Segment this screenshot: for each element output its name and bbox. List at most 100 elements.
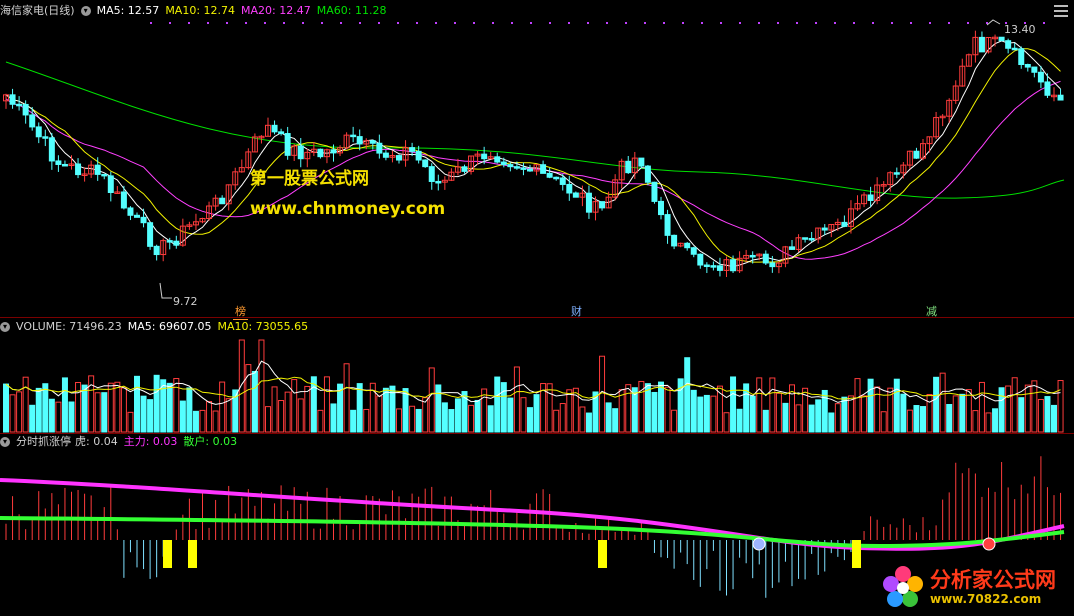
volume-bar	[1005, 385, 1012, 433]
volume-bar	[212, 410, 219, 433]
volume-bar	[278, 400, 285, 433]
volume-bar	[527, 407, 533, 433]
candle-body	[566, 183, 573, 194]
volume-bar	[173, 378, 180, 433]
candle-body	[35, 126, 42, 138]
volume-bar	[965, 389, 972, 433]
marker-dot	[872, 22, 874, 24]
volume-bar	[219, 381, 226, 433]
ma20-path	[5, 80, 1061, 260]
volume-bar	[186, 387, 193, 433]
signal-bar	[852, 540, 861, 568]
volume-bar	[972, 410, 979, 433]
volume-bar	[579, 406, 586, 433]
volume-bar	[920, 406, 926, 433]
marker-dot	[454, 22, 456, 24]
candle-body	[625, 160, 632, 174]
volume-bar	[933, 376, 940, 433]
candle-body	[428, 166, 435, 182]
marker-dot	[1043, 22, 1045, 24]
volume-bar	[153, 374, 160, 433]
signal-bar	[163, 540, 172, 568]
volume-bar	[297, 398, 304, 433]
marker-dot	[568, 22, 570, 24]
event-flag-bang[interactable]: 榜	[233, 303, 248, 320]
volume-bar	[1031, 380, 1038, 433]
volume-bar	[893, 378, 900, 433]
volume-bar	[192, 410, 199, 433]
volume-bar	[952, 395, 959, 433]
candle-body	[684, 242, 691, 249]
volume-bar	[68, 401, 75, 433]
volume-bar	[415, 408, 422, 433]
event-flag-jian[interactable]: 减	[924, 303, 939, 319]
ma60-line	[5, 61, 1065, 199]
volume-bar	[507, 397, 514, 433]
kline-chart[interactable]: 13.40 9.72	[0, 0, 1074, 616]
event-flag-cai[interactable]: 财	[569, 303, 584, 319]
marker-dot	[948, 22, 950, 24]
volume-bar	[959, 393, 966, 433]
main-force-line	[0, 478, 1065, 551]
volume-bar	[585, 412, 592, 433]
site-logo: 分析家公式网 www.70822.com	[878, 562, 1070, 612]
candle-body	[94, 164, 101, 175]
watermark-title: 第一股票公式网	[250, 169, 369, 189]
candle-body	[867, 194, 874, 201]
candle-body	[382, 152, 389, 158]
volume-bar	[206, 401, 213, 433]
candle-body	[978, 36, 985, 53]
volume-bar	[271, 386, 278, 433]
candle-body	[500, 161, 507, 166]
volume-bar	[1024, 384, 1031, 433]
top-marker-dots	[150, 22, 1045, 24]
marker-dot	[511, 22, 513, 24]
volume-bar	[22, 376, 29, 433]
volume-bar	[736, 408, 743, 433]
candle-body	[22, 103, 29, 116]
volume-bar	[284, 391, 291, 433]
candle-body	[435, 180, 442, 184]
volume-bar	[671, 409, 678, 433]
volume-bar	[9, 394, 16, 433]
volume-bar	[900, 393, 907, 433]
volume-bar	[782, 402, 789, 433]
candle-body	[297, 145, 304, 160]
volume-bar	[428, 367, 435, 433]
volume-bar	[356, 383, 363, 433]
candle-body	[350, 134, 357, 138]
volume-bar	[775, 392, 782, 433]
volume-bar	[710, 395, 717, 433]
candle-body	[173, 240, 180, 246]
volume-bar	[304, 385, 311, 433]
candle-body	[998, 36, 1005, 42]
volume-bar	[651, 391, 658, 433]
volume-bar	[114, 381, 121, 433]
marker-dot	[682, 22, 684, 24]
candle-body	[893, 172, 900, 175]
volume-bar	[808, 404, 815, 433]
candle-body	[671, 234, 678, 247]
volume-bar	[343, 363, 350, 433]
candle-body	[1044, 81, 1051, 96]
candle-body	[61, 163, 68, 167]
candle-body	[9, 94, 16, 105]
volume-bar	[42, 383, 49, 433]
volume-bar	[16, 391, 23, 433]
marker-dot	[188, 22, 190, 24]
volume-bar	[821, 389, 828, 433]
volume-bar	[422, 397, 429, 433]
candle-body	[808, 237, 815, 241]
sad-face-icon	[752, 537, 766, 551]
candle-body	[16, 103, 23, 107]
volume-bar	[684, 357, 691, 433]
candle-body	[540, 164, 547, 174]
marker-dot	[340, 22, 342, 24]
volume-bar	[867, 378, 874, 433]
volume-bar	[546, 383, 553, 433]
candle-body	[703, 264, 710, 268]
candle-body	[140, 216, 147, 224]
candle-body	[107, 175, 114, 193]
marker-dot	[796, 22, 798, 24]
volume-bar	[120, 387, 127, 433]
